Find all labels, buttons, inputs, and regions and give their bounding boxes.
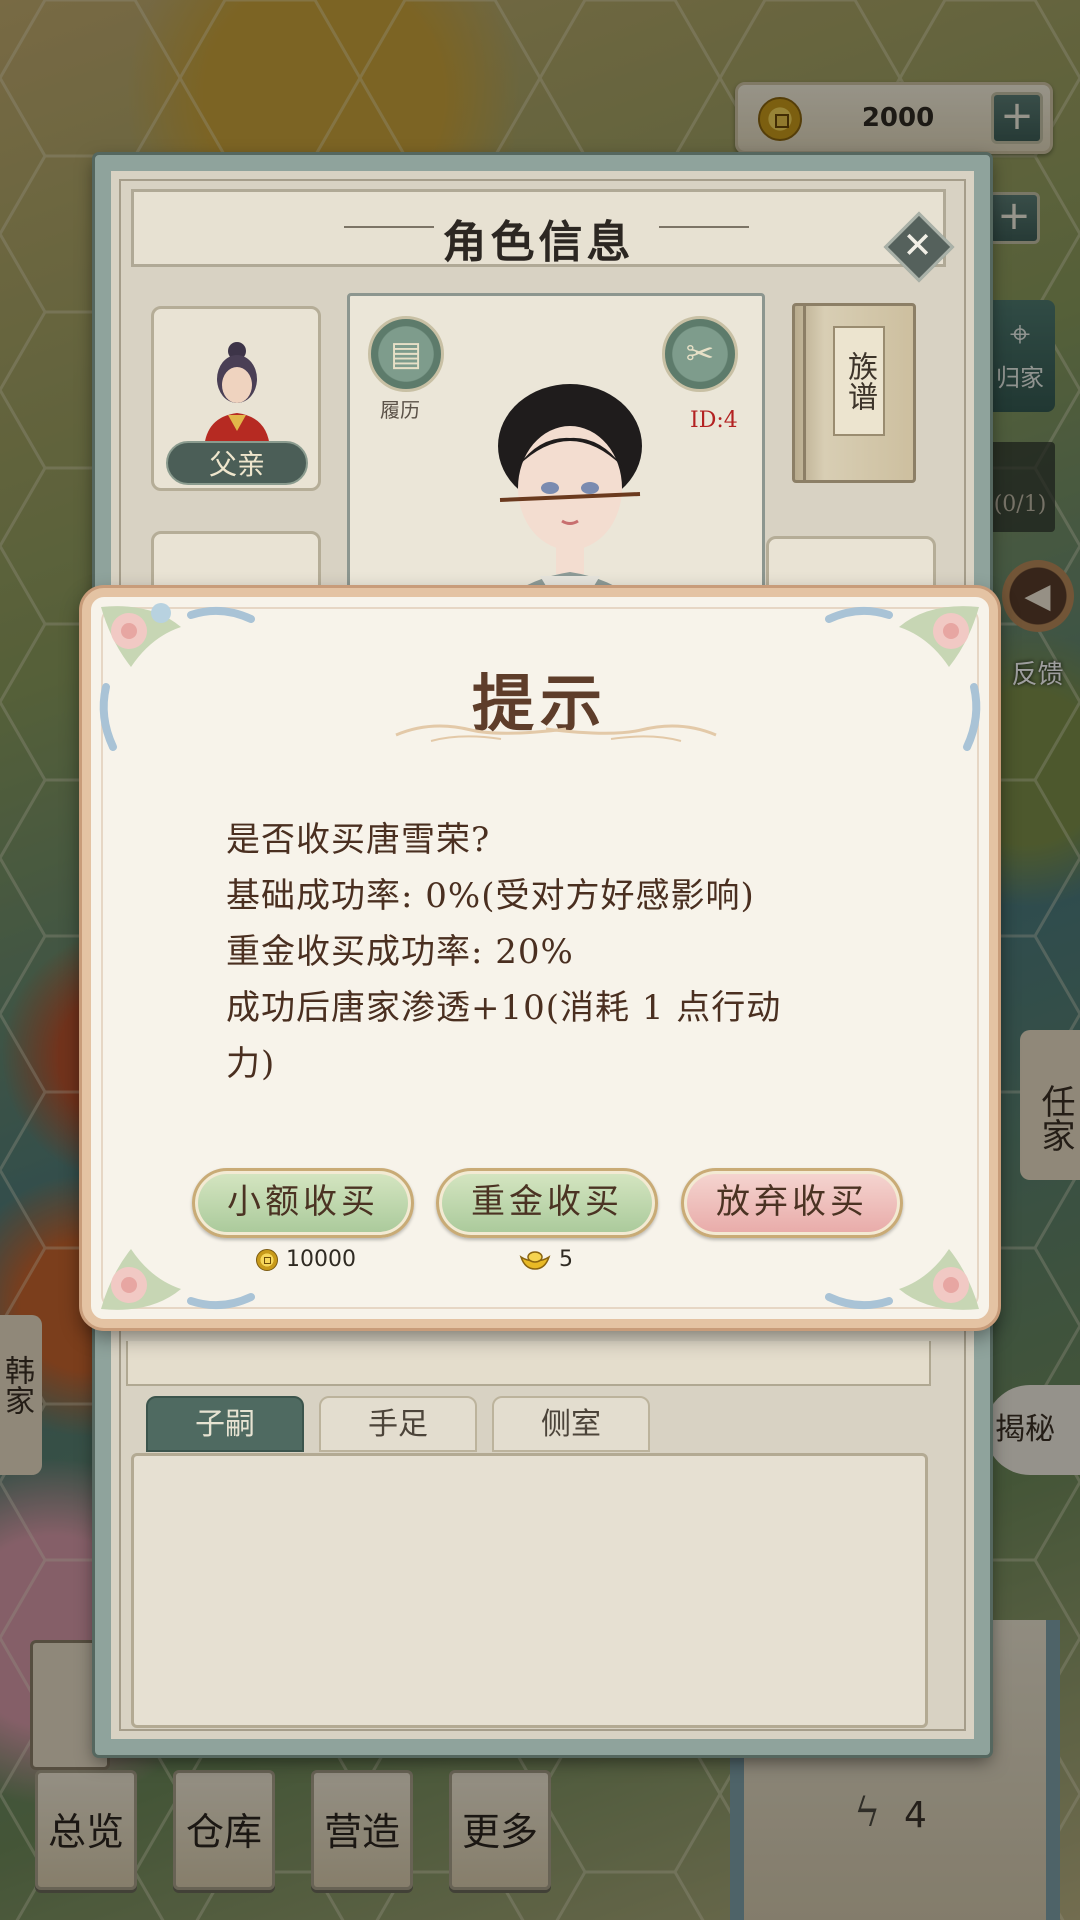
book-spine: [803, 306, 806, 480]
gold-ingot-icon: [519, 1250, 551, 1270]
small-bribe-button[interactable]: 小额收买: [192, 1168, 414, 1238]
dialog-line: 是否收买唐雪荣?: [226, 820, 491, 860]
father-avatar: [204, 342, 270, 449]
close-icon: ✕: [902, 225, 933, 267]
small-bribe-cost: 10000: [256, 1247, 356, 1272]
dialog-line: 力): [226, 1044, 276, 1084]
genealogy-label: 族谱: [833, 326, 885, 436]
heavy-bribe-cost-value: 5: [559, 1247, 573, 1272]
coin-icon: [256, 1248, 278, 1271]
father-label: 父亲: [166, 441, 308, 485]
heavy-bribe-button[interactable]: 重金收买: [436, 1168, 658, 1238]
panel-title-bar: 角色信息 ✕: [131, 189, 955, 283]
prompt-dialog: 提示 是否收买唐雪荣? 基础成功率: 0%(受对方好感影响) 重金收买成功率: …: [82, 588, 998, 1328]
genealogy-book[interactable]: 族谱: [792, 303, 916, 483]
dialog-line: 基础成功率: 0%(受对方好感影响): [226, 876, 755, 916]
small-bribe-cost-value: 10000: [286, 1247, 356, 1272]
resume-label: 履历: [380, 398, 420, 422]
tab-concubines[interactable]: 侧室: [492, 1396, 650, 1452]
title-ornament-right: [659, 226, 749, 228]
dialog-line: 重金收买成功率: 20%: [226, 932, 574, 972]
stats-strip: [126, 1341, 931, 1386]
character-id: ID:4: [690, 408, 738, 433]
dialog-line: 成功后唐家渗透+10(消耗 1 点行动: [226, 988, 782, 1028]
title-cloud-ornament: [545, 724, 717, 742]
father-card[interactable]: 父亲: [151, 306, 321, 491]
dialog-message: 是否收买唐雪荣? 基础成功率: 0%(受对方好感影响) 重金收买成功率: 20%…: [226, 812, 866, 1092]
abandon-bribe-button[interactable]: 放弃收买: [681, 1168, 903, 1238]
scissors-icon[interactable]: ✂: [662, 316, 738, 392]
panel-title: 角色信息: [442, 217, 635, 268]
tab-siblings[interactable]: 手足: [319, 1396, 477, 1452]
scroll-icon[interactable]: ▤: [368, 316, 444, 392]
tab-children[interactable]: 子嗣: [146, 1396, 304, 1452]
heavy-bribe-cost: 5: [519, 1247, 573, 1272]
tab-content-area: [131, 1453, 928, 1728]
